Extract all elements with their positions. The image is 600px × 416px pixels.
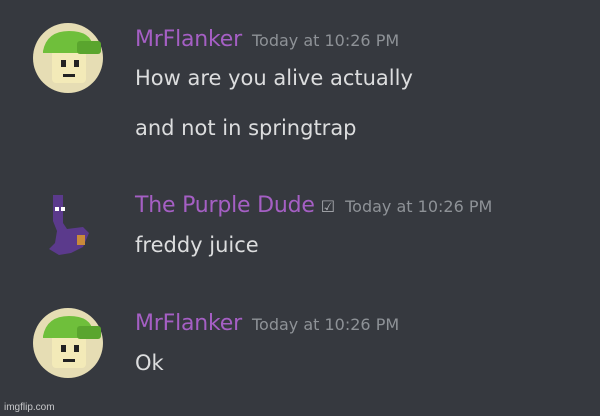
watermark: imgflip.com bbox=[4, 402, 55, 413]
green-cap-avatar-icon bbox=[33, 308, 103, 378]
avatar[interactable] bbox=[33, 308, 103, 378]
message-text: Ok bbox=[135, 351, 164, 375]
message-text: and not in springtrap bbox=[135, 116, 357, 140]
username[interactable]: MrFlanker bbox=[135, 27, 242, 52]
timestamp: Today at 10:26 PM bbox=[251, 315, 400, 334]
checkbox-badge-icon: ☑ bbox=[320, 197, 336, 216]
message-header: MrFlanker Today at 10:26 PM bbox=[135, 311, 399, 336]
avatar[interactable] bbox=[33, 23, 103, 93]
timestamp: Today at 10:26 PM bbox=[345, 197, 493, 216]
timestamp: Today at 10:26 PM bbox=[251, 31, 400, 50]
message-header: MrFlanker Today at 10:26 PM bbox=[135, 27, 399, 52]
message-header: The Purple Dude ☑ Today at 10:26 PM bbox=[135, 193, 492, 218]
avatar[interactable] bbox=[33, 189, 103, 259]
green-cap-avatar-icon bbox=[33, 23, 103, 93]
purple-ghost-avatar-icon bbox=[49, 195, 89, 255]
username[interactable]: MrFlanker bbox=[135, 311, 242, 336]
message-text: How are you alive actually bbox=[135, 66, 413, 90]
message-text: freddy juice bbox=[135, 233, 259, 257]
username[interactable]: The Purple Dude bbox=[135, 193, 315, 218]
